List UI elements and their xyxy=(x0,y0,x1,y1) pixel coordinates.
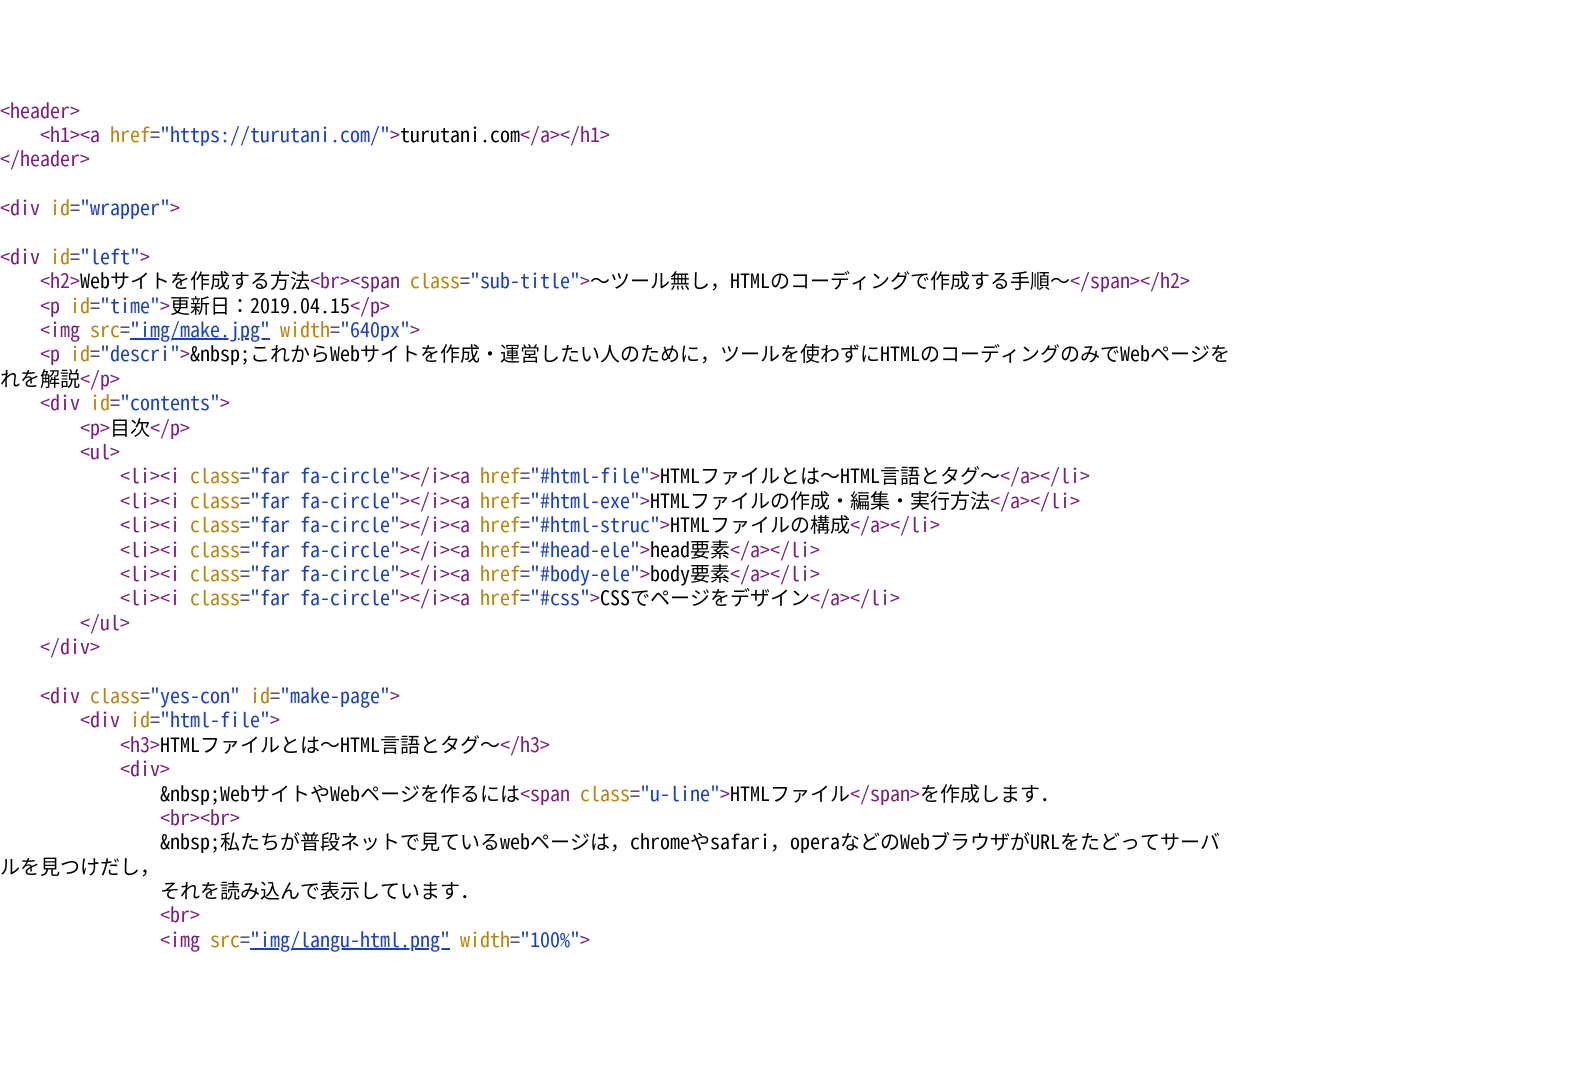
source-code-view: <header> <h1><a href="https://turutani.c… xyxy=(0,98,1593,952)
